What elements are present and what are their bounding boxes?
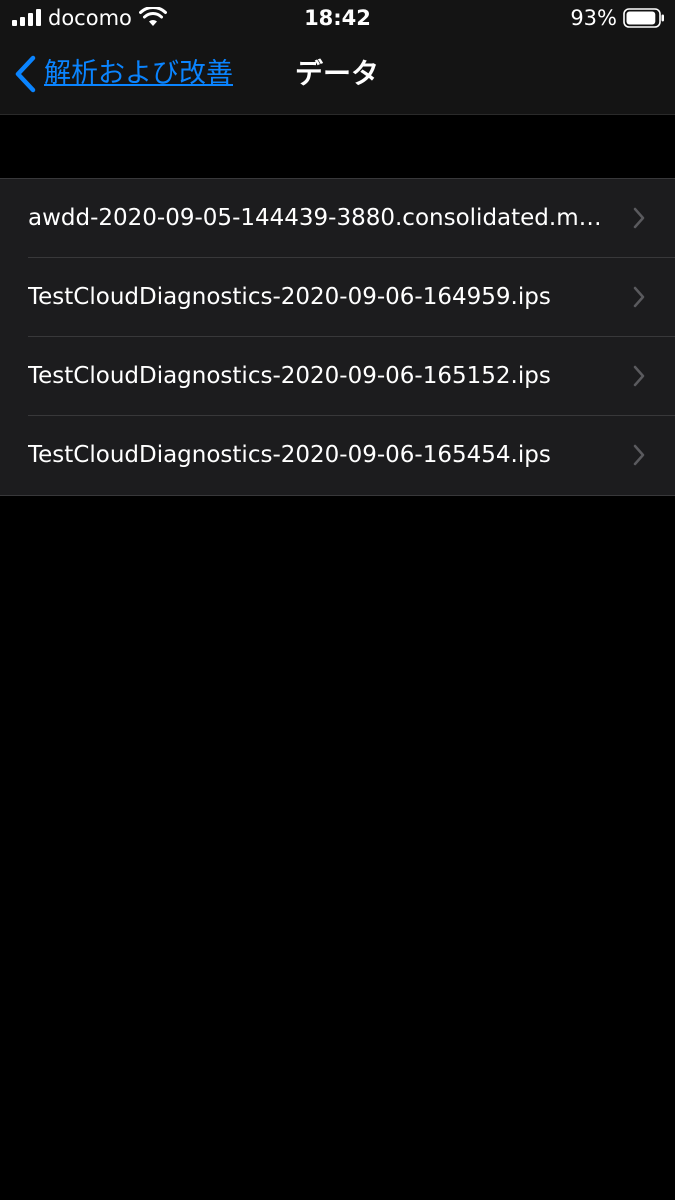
battery-percent: 93% [570, 6, 617, 30]
list-item-label: TestCloudDiagnostics-2020-09-06-164959.i… [28, 284, 551, 310]
chevron-left-icon [15, 55, 36, 93]
status-bar: docomo 18:42 93% [0, 0, 675, 36]
list-item-label: awdd-2020-09-05-144439-3880.consolidated… [28, 205, 612, 231]
page-title: データ [295, 57, 380, 90]
back-button-label: 解析および改善 [44, 58, 233, 89]
list-item[interactable]: awdd-2020-09-05-144439-3880.consolidated… [0, 179, 675, 258]
navigation-bar: 解析および改善 データ [0, 36, 675, 115]
chevron-right-icon [633, 286, 645, 308]
battery-icon [623, 8, 664, 28]
list-item-label: TestCloudDiagnostics-2020-09-06-165152.i… [28, 363, 551, 389]
list-item[interactable]: TestCloudDiagnostics-2020-09-06-164959.i… [0, 258, 675, 337]
back-button[interactable]: 解析および改善 [14, 54, 233, 94]
file-list: awdd-2020-09-05-144439-3880.consolidated… [0, 178, 675, 496]
list-item[interactable]: TestCloudDiagnostics-2020-09-06-165454.i… [0, 416, 675, 495]
list-item[interactable]: TestCloudDiagnostics-2020-09-06-165152.i… [0, 337, 675, 416]
chevron-right-icon [633, 365, 645, 387]
chevron-right-icon [633, 444, 645, 466]
list-item-label: TestCloudDiagnostics-2020-09-06-165454.i… [28, 442, 551, 468]
chevron-right-icon [633, 207, 645, 229]
